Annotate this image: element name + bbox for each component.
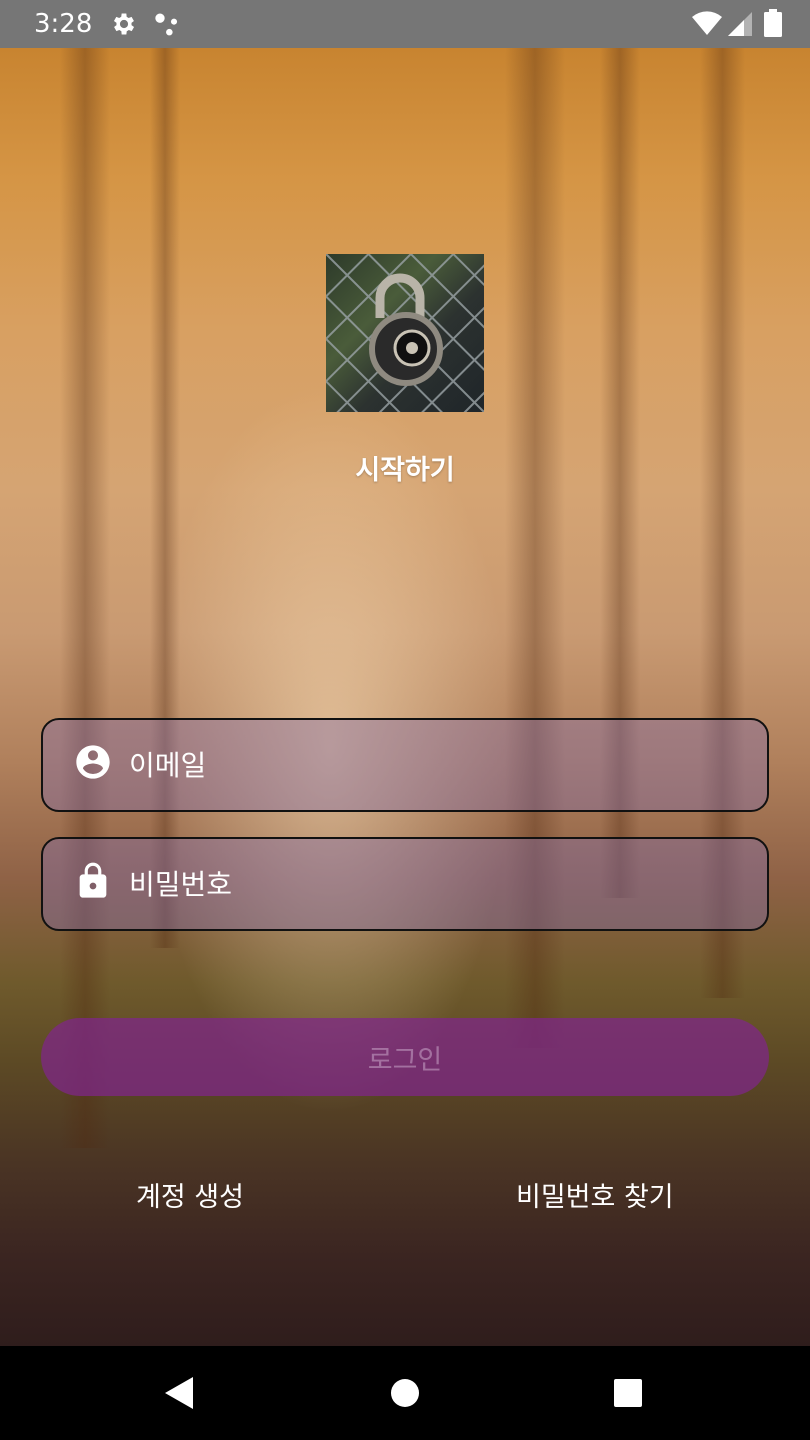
password-input[interactable] [129, 839, 749, 929]
navigation-bar [0, 1346, 810, 1440]
tree-trunk [60, 48, 110, 1148]
tree-trunk [150, 48, 180, 948]
create-account-link[interactable]: 계정 생성 [136, 1178, 244, 1218]
email-field[interactable] [41, 718, 769, 812]
assistant-dots-icon [155, 13, 178, 36]
status-time: 3:28 [34, 9, 93, 39]
padlock-logo-image [326, 254, 484, 412]
back-icon[interactable] [163, 1375, 195, 1411]
status-bar: 3:28 [0, 0, 810, 48]
find-password-link[interactable]: 비밀번호 찾기 [516, 1178, 674, 1218]
cell-signal-icon [728, 12, 752, 36]
login-screen: 3:28 시작하기 이메일 로그인 계정 생성 비밀번호 찾기 [0, 0, 810, 1440]
page-title: 시작하기 [355, 455, 455, 486]
account-circle-icon [76, 745, 110, 779]
recents-icon[interactable] [613, 1378, 643, 1408]
home-icon[interactable] [390, 1378, 420, 1408]
battery-icon [764, 9, 782, 37]
wifi-icon [692, 11, 722, 35]
password-field[interactable] [41, 837, 769, 931]
email-input[interactable] [129, 720, 749, 810]
lock-icon [79, 862, 107, 898]
gear-icon [113, 13, 135, 35]
forest-background [0, 48, 810, 1346]
padlock-icon [326, 254, 484, 412]
login-button[interactable]: 로그인 [41, 1018, 769, 1096]
